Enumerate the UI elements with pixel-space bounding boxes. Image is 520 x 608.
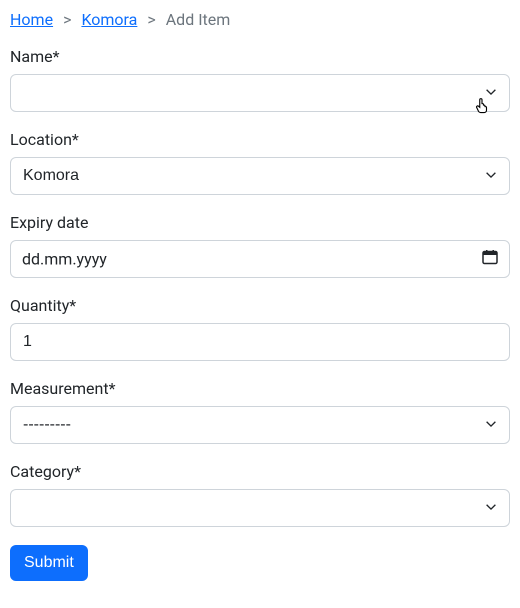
breadcrumb: Home > Komora > Add Item: [10, 10, 510, 29]
submit-button[interactable]: Submit: [10, 545, 88, 581]
name-label: Name*: [10, 47, 510, 66]
category-select[interactable]: [10, 489, 510, 527]
expiry-label: Expiry date: [10, 213, 510, 232]
expiry-date-input[interactable]: [10, 240, 510, 278]
measurement-label: Measurement*: [10, 379, 510, 398]
name-select[interactable]: [10, 74, 510, 112]
breadcrumb-current: Add Item: [166, 10, 231, 29]
breadcrumb-separator: >: [147, 10, 155, 29]
location-select[interactable]: Komora: [10, 157, 510, 195]
breadcrumb-komora-link[interactable]: Komora: [81, 10, 137, 29]
breadcrumb-home-link[interactable]: Home: [10, 10, 53, 29]
quantity-label: Quantity*: [10, 296, 510, 315]
category-label: Category*: [10, 462, 510, 481]
location-label: Location*: [10, 130, 510, 149]
quantity-input[interactable]: [10, 323, 510, 361]
measurement-select[interactable]: ---------: [10, 406, 510, 444]
breadcrumb-separator: >: [63, 10, 71, 29]
